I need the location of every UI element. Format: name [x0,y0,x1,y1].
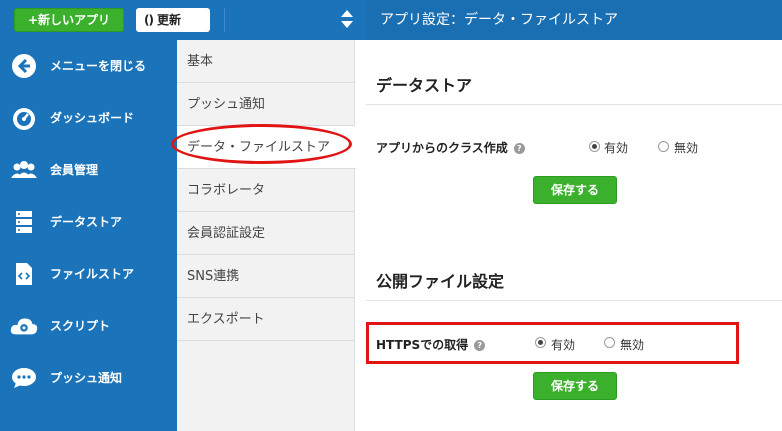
sidebar-item-label: スクリプト [50,319,111,333]
https-enabled-radio[interactable] [535,337,546,348]
help-icon[interactable]: ? [513,143,525,154]
toolbar-divider [224,8,225,32]
sidebar-item-label: ダッシュボード [50,111,135,125]
https-enabled-label: 有効 [551,338,576,352]
submenu-item-export[interactable]: エクスポート [177,298,355,341]
datastore-title: データストア [376,76,473,95]
class-creation-disabled-label: 無効 [674,141,699,155]
users-icon [10,156,38,184]
sidebar-item-filestore[interactable]: ファイルストア [0,248,177,300]
help-icon[interactable]: ? [474,340,486,351]
submenu-item-push[interactable]: プッシュ通知 [177,83,355,126]
app-switcher-icon[interactable] [338,9,356,31]
public-file-title: 公開ファイル設定 [376,272,505,291]
class-creation-enabled-label: 有効 [604,141,629,155]
highlight-ellipse [171,124,352,164]
sidebar-item-datastore[interactable]: データストア [0,196,177,248]
refresh-label: 更新 [156,13,181,27]
class-creation-text: アプリからのクラス作成 [376,141,508,155]
breadcrumb: アプリ設定：データ・ファイルストア [380,12,618,28]
submenu-item-sns[interactable]: SNS連携 [177,255,355,298]
section-divider [366,300,782,301]
sidebar-item-label: メニューを閉じる [50,59,147,73]
sidebar: メニューを閉じる ダッシュボード 会員管理 データストア ファイルストア スクリ… [0,40,177,431]
https-text: HTTPSでの取得 [376,338,469,352]
chevron-down-icon [341,21,353,28]
sidebar-item-push[interactable]: プッシュ通知 [0,352,177,404]
chevron-up-icon [341,10,353,17]
sidebar-item-members[interactable]: 会員管理 [0,144,177,196]
new-app-button[interactable]: +新しいアプリ [14,8,124,32]
https-disabled-label: 無効 [620,338,645,352]
chat-bubble-icon [10,364,38,392]
section-divider [366,104,782,105]
https-label: HTTPSでの取得? [376,336,486,353]
back-arrow-icon [10,52,38,80]
sidebar-item-label: プッシュ通知 [50,371,123,385]
cloud-gear-icon [10,312,38,340]
class-creation-label: アプリからのクラス作成? [376,139,525,156]
sidebar-item-label: 会員管理 [50,163,99,177]
https-disabled-radio[interactable] [604,337,615,348]
dashboard-icon [10,104,38,132]
top-bar: +新しいアプリ () 更新 アプリ設定：データ・ファイルストア [0,0,782,40]
sidebar-item-label: データストア [50,215,123,229]
database-icon [10,208,38,236]
submenu-item-member-auth[interactable]: 会員認証設定 [177,212,355,255]
refresh-button[interactable]: () 更新 [136,8,210,32]
settings-submenu: 基本 プッシュ通知 データ・ファイルストア コラボレータ 会員認証設定 SNS連… [177,40,356,431]
class-creation-enabled-radio[interactable] [589,141,600,152]
refresh-icon: () [144,13,154,27]
sidebar-item-script[interactable]: スクリプト [0,300,177,352]
datastore-save-button[interactable]: 保存する [533,176,617,204]
file-code-icon [10,260,38,288]
sidebar-item-label: ファイルストア [50,267,135,281]
sidebar-item-dashboard[interactable]: ダッシュボード [0,92,177,144]
class-creation-disabled-radio[interactable] [658,141,669,152]
submenu-item-collaborator[interactable]: コラボレータ [177,169,355,212]
public-file-save-button[interactable]: 保存する [533,372,617,400]
submenu-item-basic[interactable]: 基本 [177,40,355,83]
sidebar-item-close-menu[interactable]: メニューを閉じる [0,40,177,92]
